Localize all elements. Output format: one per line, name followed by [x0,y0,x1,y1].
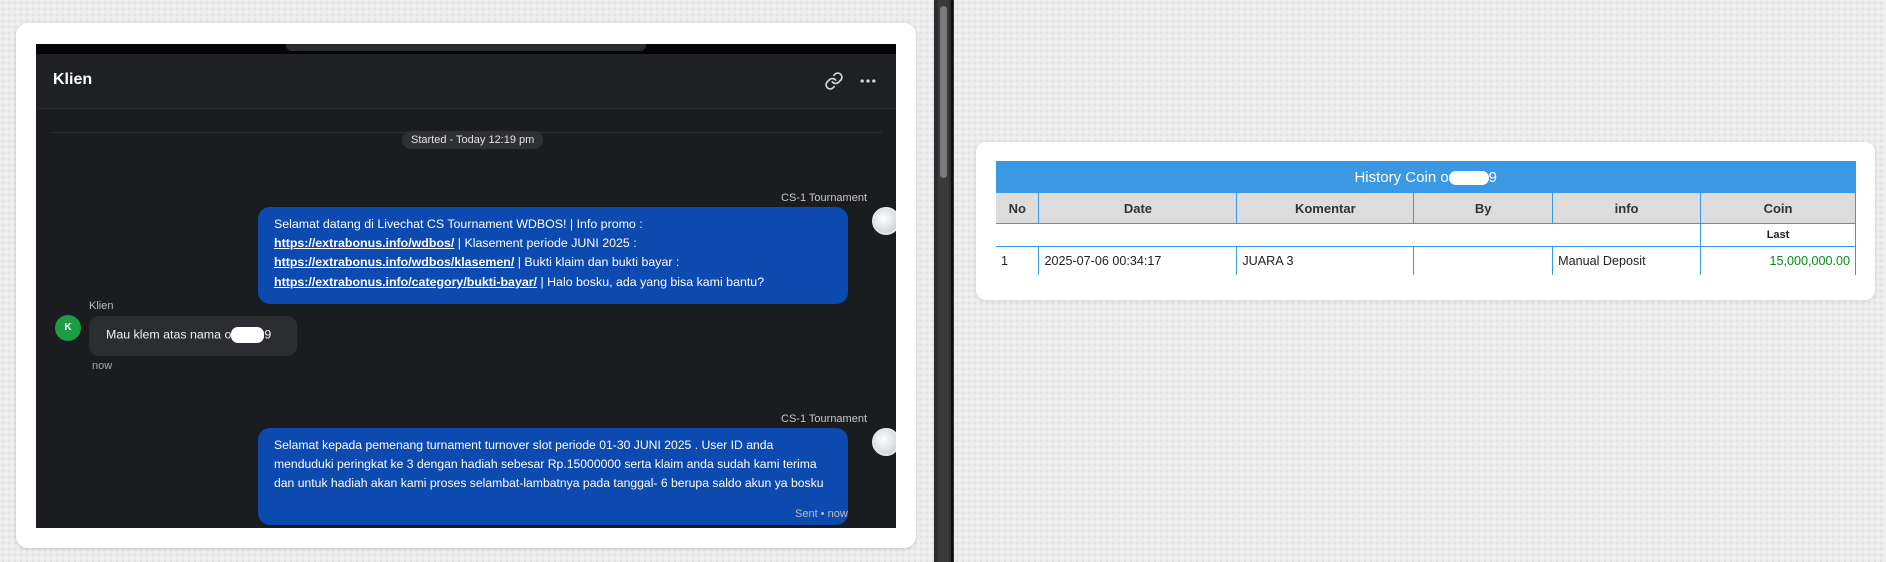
window-top-bar [36,44,896,54]
promo-link[interactable]: https://extrabonus.info/wdbos/ [274,236,454,250]
history-coin-table: History Coin o 9 No Date Komentar By info… [996,161,1856,275]
history-coin-card: History Coin o 9 No Date Komentar By info… [976,142,1875,300]
klasemen-link[interactable]: https://extrabonus.info/wdbos/klasemen/ [274,255,514,269]
column-header-date: Date [1038,193,1238,224]
message-text: 9 [264,327,272,342]
column-header-info: info [1552,193,1702,224]
link-icon[interactable] [824,71,844,91]
redacted-username [1448,170,1489,185]
cell-info: Manual Deposit [1552,246,1702,275]
more-icon[interactable] [858,71,878,91]
message-text: Selamat datang di Livechat CS Tournament… [274,217,643,231]
message-text: | Halo bosku, ada yang bisa kami bantu? [537,274,765,289]
agent-message-bubble: Selamat kepada pemenang turnament turnov… [258,428,848,525]
agent-message-bubble: Selamat datang di Livechat CS Tournament… [258,207,848,304]
chat-window-card: Klien Started - Today 12:19 pm CS-1 Tour… [16,23,916,548]
table-title: History Coin o 9 [996,161,1856,193]
chat-title: Klien [53,71,93,88]
cell-by [1413,246,1554,275]
redacted-username [231,327,265,343]
last-label: Last [1700,223,1856,247]
cell-date: 2025-07-06 00:34:17 [1038,246,1238,275]
bukti-bayar-link[interactable]: https://extrabonus.info/category/bukti-b… [274,275,537,289]
column-header-coin: Coin [1700,193,1856,224]
window-tab [286,44,646,51]
livechat-panel: Klien Started - Today 12:19 pm CS-1 Tour… [36,44,896,528]
client-name-label: Klien [89,300,114,312]
agent-name-label: CS-1 Tournament [781,192,868,204]
agent-avatar [872,428,896,456]
message-sent-status: Sent • now [795,508,848,520]
last-row: Last [996,223,1856,247]
table-title-text: History Coin o [1354,168,1449,186]
message-text: | Klasement periode JUNI 2025 : [454,236,637,251]
client-message-bubble: Mau klem atas nama o 9 [89,316,297,356]
column-header-by: By [1413,193,1554,224]
divider-line [951,0,953,562]
message-text: | Bukti klaim dan bukti bayar : [514,255,680,270]
scrollbar-thumb[interactable] [940,6,947,178]
cell-no: 1 [996,246,1040,275]
chat-header: Klien [36,54,896,109]
table-title-text: 9 [1488,168,1498,186]
column-header-no: No [996,193,1040,224]
agent-name-label: CS-1 Tournament [781,413,868,425]
agent-avatar [872,207,896,235]
session-started-label: Started - Today 12:19 pm [402,131,544,149]
message-text: Selamat kepada pemenang turnament turnov… [274,438,824,491]
message-text: Mau klem atas nama o [106,327,232,342]
column-header-komentar: Komentar [1236,193,1415,224]
message-timestamp: now [92,360,113,372]
table-row: 1 2025-07-06 00:34:17 JUARA 3 Manual Dep… [996,246,1856,275]
cell-komentar: JUARA 3 [1236,246,1415,275]
cell-coin: 15,000,000.00 [1700,246,1856,275]
client-avatar: K [55,315,81,341]
last-row-spacer [996,223,1701,247]
